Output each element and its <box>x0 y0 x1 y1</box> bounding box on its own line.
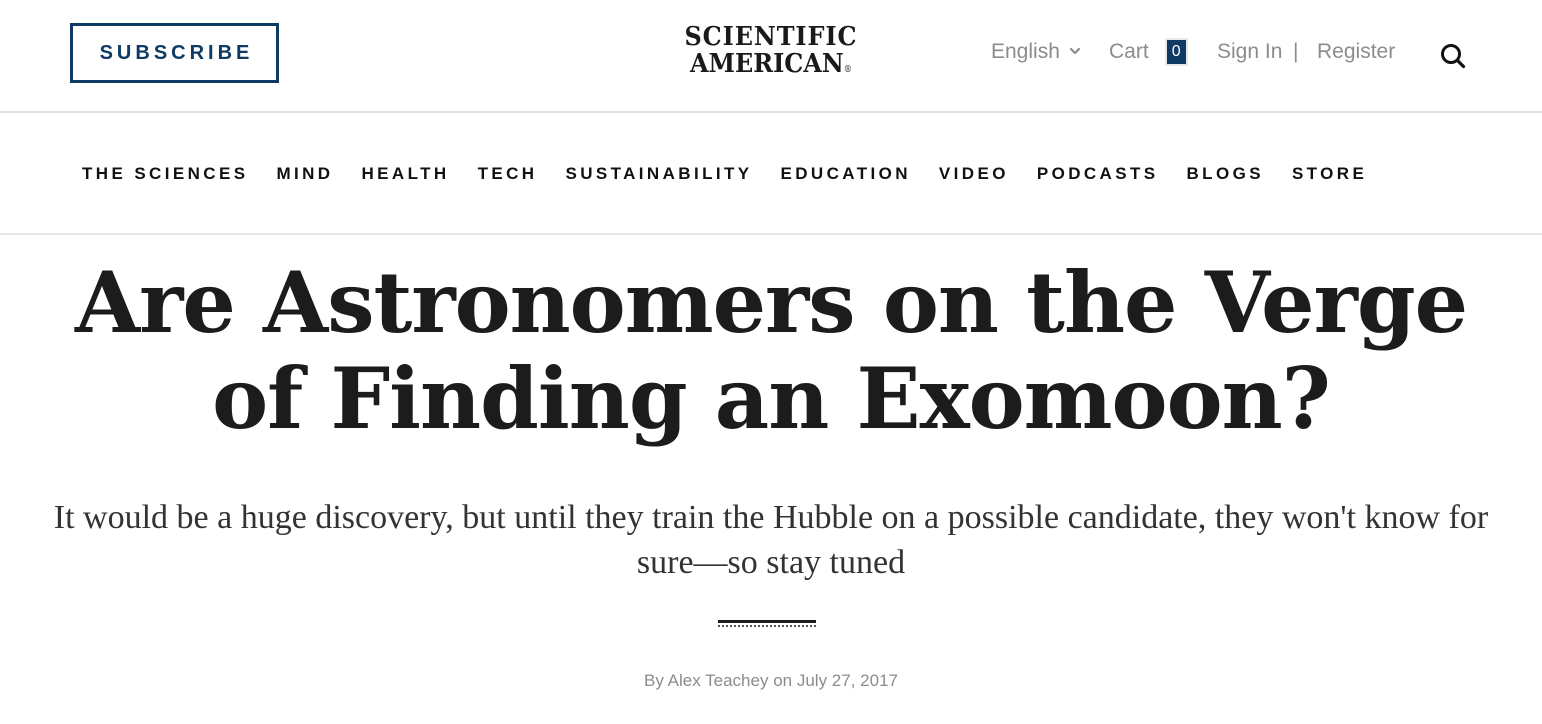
cart-link[interactable]: Cart 0 <box>1109 40 1186 64</box>
nav-item-store[interactable]: STORE <box>1292 164 1367 184</box>
subscribe-button[interactable]: SUBSCRIBE <box>70 23 279 83</box>
byline-date: July 27, 2017 <box>796 671 898 690</box>
byline: By Alex Teachey on July 27, 2017 <box>0 671 1542 691</box>
logo-line-2: AMERICAN® <box>669 51 873 84</box>
nav-item-tech[interactable]: TECH <box>478 164 538 184</box>
language-selector[interactable]: English <box>991 40 1082 64</box>
nav-item-the-sciences[interactable]: THE SCIENCES <box>82 164 248 184</box>
sign-in-link[interactable]: Sign In <box>1217 40 1282 64</box>
nav-item-sustainability[interactable]: SUSTAINABILITY <box>565 164 752 184</box>
search-icon <box>1441 44 1466 69</box>
cart-count-badge: 0 <box>1166 40 1186 64</box>
cart-label: Cart <box>1109 40 1149 63</box>
nav-item-blogs[interactable]: BLOGS <box>1186 164 1263 184</box>
site-header: SUBSCRIBE SCIENTIFIC AMERICAN® English C… <box>0 0 1542 113</box>
logo-line-2-text: AMERICAN <box>689 49 844 79</box>
logo-line-1: SCIENTIFIC <box>684 22 858 52</box>
article-title: Are Astronomers on the Verge of Finding … <box>74 253 1468 448</box>
chevron-down-icon <box>1069 47 1080 55</box>
account-separator: | <box>1293 40 1299 63</box>
register-link[interactable]: Register <box>1317 40 1395 64</box>
byline-author-link[interactable]: Alex Teachey <box>668 671 769 690</box>
site-logo[interactable]: SCIENTIFIC AMERICAN® <box>660 24 882 84</box>
nav-item-podcasts[interactable]: PODCASTS <box>1037 164 1159 184</box>
search-button[interactable] <box>1438 41 1468 71</box>
nav-item-education[interactable]: EDUCATION <box>781 164 911 184</box>
title-divider <box>718 620 816 629</box>
article-subtitle: It would be a huge discovery, but until … <box>53 499 1489 581</box>
language-label: English <box>991 40 1060 63</box>
nav-item-health[interactable]: HEALTH <box>361 164 449 184</box>
nav-item-video[interactable]: VIDEO <box>939 164 1009 184</box>
byline-prefix: By <box>644 671 664 690</box>
main-nav-list: THE SCIENCES MIND HEALTH TECH SUSTAINABI… <box>82 164 1367 184</box>
byline-on: on <box>773 671 793 690</box>
nav-item-mind[interactable]: MIND <box>276 164 333 184</box>
divider-solid-line <box>718 620 816 623</box>
divider-dotted-line <box>718 625 816 627</box>
main-navigation: THE SCIENCES MIND HEALTH TECH SUSTAINABI… <box>0 113 1542 235</box>
registered-mark: ® <box>843 65 853 75</box>
